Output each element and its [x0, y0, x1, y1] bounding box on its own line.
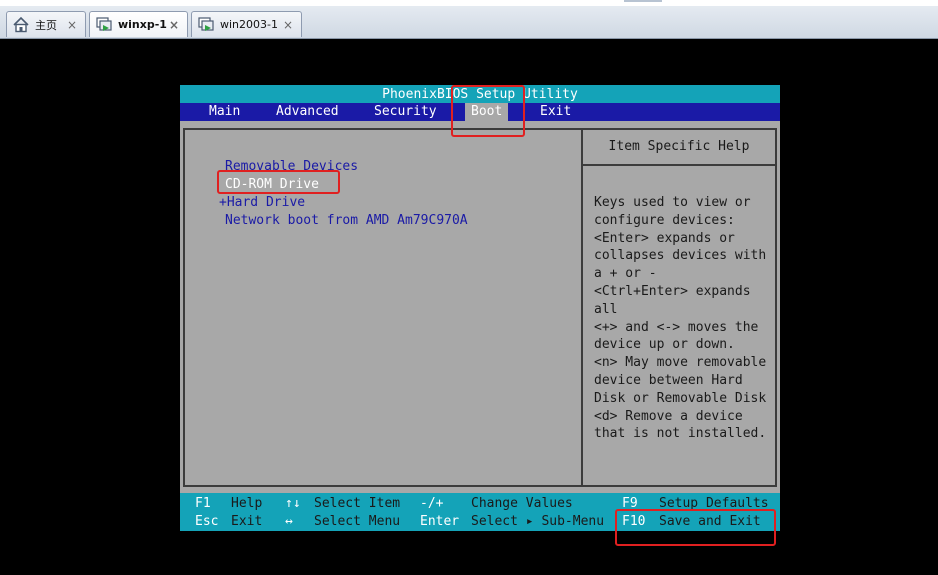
- footer-desc-help: Help: [231, 496, 263, 511]
- help-line: Keys used to view or: [594, 195, 751, 210]
- footer-desc-setup-defaults: Setup Defaults: [659, 496, 769, 511]
- footer-desc-submenu: Select ▸ Sub-Menu: [471, 514, 605, 529]
- help-line: Disk or Removable Disk: [594, 390, 767, 406]
- boot-item-network[interactable]: Network boot from AMD Am79C970A: [225, 212, 468, 229]
- tab-win2003-1[interactable]: win2003-1 ×: [191, 11, 302, 37]
- help-line: all: [594, 301, 618, 317]
- footer-desc-change-values: Change Values: [471, 496, 573, 511]
- boot-device-list: Removable Devices CD-ROM Drive +Hard Dri…: [185, 130, 583, 485]
- tab-home[interactable]: 主页 ×: [6, 11, 86, 37]
- close-icon[interactable]: ×: [167, 18, 181, 32]
- help-line: device between Hard: [594, 372, 743, 388]
- footer-key-esc: Esc: [195, 514, 219, 529]
- help-line: that is not installed.: [594, 426, 767, 442]
- bios-body: Removable Devices CD-ROM Drive +Hard Dri…: [183, 128, 777, 487]
- footer-key-enter: Enter: [420, 514, 460, 529]
- help-line: <+> and <-> moves the: [594, 319, 759, 335]
- bios-screen: PhoenixBIOS Setup Utility Main Advanced …: [180, 85, 780, 531]
- boot-item-removable[interactable]: Removable Devices: [225, 158, 358, 175]
- boot-item-hard-drive[interactable]: +Hard Drive: [219, 194, 305, 211]
- menu-security[interactable]: Security: [374, 103, 437, 121]
- home-icon: [11, 15, 31, 35]
- menu-exit[interactable]: Exit: [540, 103, 571, 121]
- menu-advanced[interactable]: Advanced: [276, 103, 339, 121]
- footer-key-f9: F9: [622, 496, 638, 511]
- bios-footer: F1 Help ↑↓ Select Item -/+ Change Values…: [180, 493, 780, 531]
- close-icon[interactable]: ×: [65, 18, 79, 32]
- help-line: <Ctrl+Enter> expands: [594, 283, 751, 299]
- tab-winxp-1[interactable]: winxp-1 ×: [89, 11, 188, 37]
- tab-winxp-label: winxp-1: [118, 18, 167, 31]
- close-icon[interactable]: ×: [281, 18, 295, 32]
- footer-key-leftright: ↔: [285, 514, 293, 529]
- footer-desc-select-item: Select Item: [314, 496, 401, 511]
- vm-icon: [196, 15, 216, 35]
- help-line: configure devices:: [594, 212, 735, 228]
- help-line: <n> May move removable: [594, 355, 767, 371]
- tab-home-label: 主页: [35, 18, 57, 32]
- help-line: a + or -: [594, 266, 657, 282]
- footer-key-updown: ↑↓: [285, 496, 301, 511]
- footer-key-f10: F10: [622, 514, 646, 529]
- footer-key-plusminus: -/+: [420, 496, 444, 511]
- top-strip-indicator: [624, 0, 662, 2]
- menu-main[interactable]: Main: [209, 103, 240, 121]
- help-line: <Enter> expands or: [594, 230, 735, 246]
- help-text: Keys used to view or configure devices: …: [594, 194, 774, 443]
- boot-item-cdrom[interactable]: CD-ROM Drive: [225, 176, 319, 193]
- bios-title: PhoenixBIOS Setup Utility: [180, 85, 780, 103]
- tab-win2003-label: win2003-1: [220, 18, 278, 31]
- bios-menu-bar: Main Advanced Security Boot Exit: [180, 103, 780, 121]
- footer-desc-select-menu: Select Menu: [314, 514, 401, 529]
- vm-icon: [94, 15, 114, 35]
- footer-desc-exit: Exit: [231, 514, 263, 529]
- footer-key-f1: F1: [195, 496, 211, 511]
- help-line: device up or down.: [594, 337, 735, 353]
- help-line: collapses devices with: [594, 248, 767, 264]
- help-title: Item Specific Help: [583, 130, 775, 166]
- tab-bar: 主页 × winxp-1 × win2003-1 ×: [0, 0, 938, 39]
- footer-desc-save-exit: Save and Exit: [659, 514, 761, 529]
- help-line: <d> Remove a device: [594, 408, 743, 424]
- tab-bar-top-strip: [0, 0, 938, 6]
- menu-boot[interactable]: Boot: [465, 103, 509, 121]
